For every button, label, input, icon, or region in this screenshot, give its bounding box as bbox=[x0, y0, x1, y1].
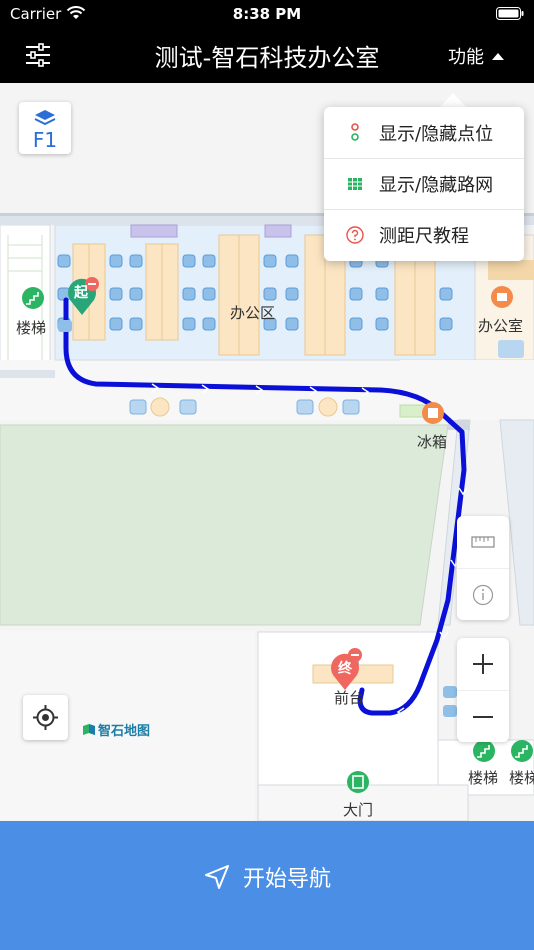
poi-gate[interactable]: 大门 bbox=[343, 799, 373, 820]
poi-office[interactable]: 办公室 bbox=[478, 315, 523, 336]
battery-icon bbox=[496, 7, 524, 20]
measure-tools bbox=[457, 516, 509, 620]
layers-icon bbox=[34, 110, 56, 126]
poi-stairs-left[interactable]: 楼梯 bbox=[16, 317, 46, 338]
function-menu-button[interactable]: 功能 bbox=[448, 43, 504, 69]
locate-button[interactable] bbox=[23, 695, 68, 740]
dropdown-arrow bbox=[440, 93, 466, 107]
zoom-controls bbox=[457, 638, 509, 742]
poi-stairs-br1[interactable]: 楼梯 bbox=[468, 767, 498, 788]
poi-office-area[interactable]: 办公区 bbox=[230, 302, 275, 323]
nav-bar: 测试-智石科技办公室 功能 bbox=[0, 28, 534, 83]
info-button[interactable] bbox=[457, 568, 509, 620]
menu-item-label: 显示/隐藏路网 bbox=[379, 175, 494, 196]
status-time: 8:38 PM bbox=[232, 5, 302, 23]
dots-icon bbox=[351, 123, 359, 141]
poi-fridge[interactable]: 冰箱 bbox=[417, 431, 447, 452]
poi-reception[interactable]: 前台 bbox=[334, 687, 364, 708]
end-marker-label: 终 bbox=[338, 661, 352, 677]
menu-item-label: 显示/隐藏点位 bbox=[379, 123, 494, 145]
minus-icon bbox=[473, 715, 493, 718]
navigation-arrow-icon bbox=[204, 865, 229, 889]
zoom-out-button[interactable] bbox=[457, 690, 509, 742]
start-navigation-label: 开始导航 bbox=[242, 867, 331, 892]
menu-item-label: 测距尺教程 bbox=[379, 226, 469, 247]
info-icon bbox=[472, 584, 494, 605]
start-marker-label: 起 bbox=[74, 285, 88, 301]
poi-stairs-br2[interactable]: 楼梯 bbox=[509, 767, 534, 788]
menu-item-toggle-points[interactable]: 显示/隐藏点位 bbox=[324, 107, 524, 158]
zoom-in-button[interactable] bbox=[457, 638, 509, 690]
help-icon bbox=[346, 226, 364, 244]
function-label: 功能 bbox=[448, 47, 484, 68]
caret-up-icon bbox=[492, 52, 504, 60]
brand-logo: 智石地图 bbox=[82, 720, 150, 739]
plus-icon bbox=[473, 654, 493, 674]
status-bar: Carrier 8:38 PM bbox=[0, 0, 534, 28]
menu-item-toggle-network[interactable]: 显示/隐藏路网 bbox=[324, 158, 524, 209]
brand-label: 智石地图 bbox=[98, 724, 151, 739]
floor-selector-button[interactable]: F1 bbox=[19, 102, 71, 154]
grid-icon bbox=[348, 178, 362, 190]
floor-label: F1 bbox=[32, 128, 58, 152]
ruler-icon bbox=[471, 536, 495, 548]
menu-item-ruler-tutorial[interactable]: 测距尺教程 bbox=[324, 209, 524, 260]
crosshair-icon bbox=[33, 705, 58, 730]
brand-icon bbox=[83, 723, 95, 735]
function-dropdown: 显示/隐藏点位 显示/隐藏路网 测距尺教程 bbox=[324, 107, 524, 261]
map-view[interactable]: 起 终 楼梯 办公区 办公室 冰箱 前台 大门 楼梯 楼梯 F1 显示/隐藏点位… bbox=[0, 83, 534, 821]
ruler-button[interactable] bbox=[457, 516, 509, 568]
start-navigation-button[interactable]: 开始导航 bbox=[0, 821, 534, 950]
